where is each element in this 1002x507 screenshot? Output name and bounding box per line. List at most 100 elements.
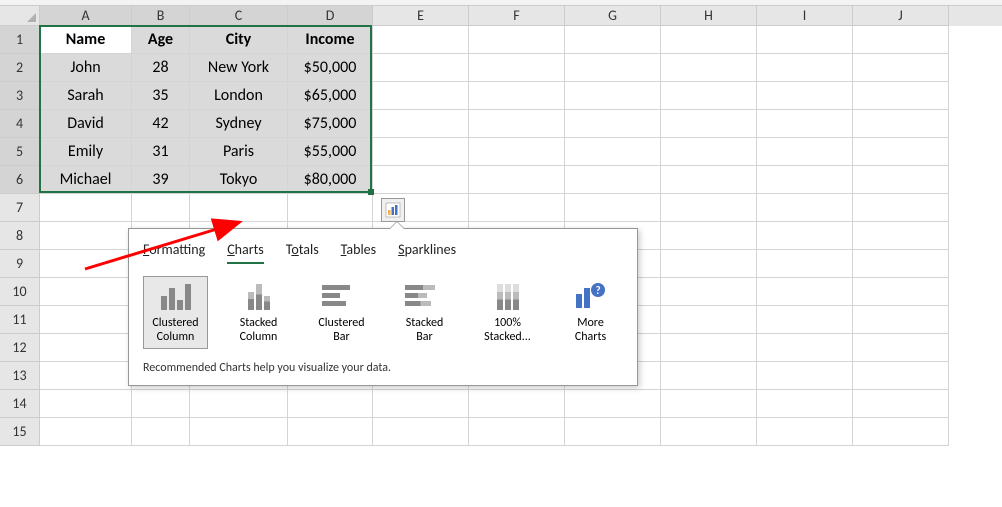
cell-F3[interactable] [469, 82, 565, 110]
cell-H8[interactable] [661, 222, 757, 250]
cell-C3[interactable]: London [190, 82, 288, 110]
cell-A8[interactable] [40, 222, 132, 250]
cell-A15[interactable] [40, 418, 132, 446]
cell-A11[interactable] [40, 306, 132, 334]
column-header-D[interactable]: D [288, 6, 373, 26]
chart-option-clustered-column[interactable]: ClusteredColumn [143, 276, 208, 349]
column-header-B[interactable]: B [132, 6, 190, 26]
cell-B2[interactable]: 28 [132, 54, 190, 82]
cell-H12[interactable] [661, 334, 757, 362]
cell-J10[interactable] [853, 278, 949, 306]
qa-tab-charts[interactable]: Charts [227, 241, 264, 264]
cell-E6[interactable] [373, 166, 469, 194]
cell-H11[interactable] [661, 306, 757, 334]
cell-A2[interactable]: John [40, 54, 132, 82]
cell-A14[interactable] [40, 390, 132, 418]
cell-C4[interactable]: Sydney [190, 110, 288, 138]
cell-E2[interactable] [373, 54, 469, 82]
cell-A1[interactable]: Name [40, 26, 132, 54]
cell-H4[interactable] [661, 110, 757, 138]
cell-C15[interactable] [190, 418, 288, 446]
column-header-I[interactable]: I [757, 6, 853, 26]
cell-H9[interactable] [661, 250, 757, 278]
row-header-4[interactable]: 4 [0, 110, 40, 138]
cell-C14[interactable] [190, 390, 288, 418]
chart-option-clustered-bar[interactable]: ClusteredBar [309, 276, 374, 349]
cell-B1[interactable]: Age [132, 26, 190, 54]
cell-A9[interactable] [40, 250, 132, 278]
cell-D3[interactable]: $65,000 [288, 82, 373, 110]
row-header-8[interactable]: 8 [0, 222, 40, 250]
column-header-F[interactable]: F [469, 6, 565, 26]
cell-J11[interactable] [853, 306, 949, 334]
column-header-C[interactable]: C [190, 6, 288, 26]
cell-I10[interactable] [757, 278, 853, 306]
cell-G3[interactable] [565, 82, 661, 110]
row-header-2[interactable]: 2 [0, 54, 40, 82]
cell-I9[interactable] [757, 250, 853, 278]
cell-I8[interactable] [757, 222, 853, 250]
chart-option-more-charts[interactable]: ?MoreCharts [558, 276, 623, 349]
cell-F1[interactable] [469, 26, 565, 54]
cell-G5[interactable] [565, 138, 661, 166]
row-header-12[interactable]: 12 [0, 334, 40, 362]
chart-option-stacked-column[interactable]: StackedColumn [226, 276, 291, 349]
cell-G14[interactable] [565, 390, 661, 418]
chart-option-100-stacked[interactable]: 100%Stacked... [475, 276, 540, 349]
qa-tab-totals[interactable]: Totals [286, 241, 319, 264]
cell-C7[interactable] [190, 194, 288, 222]
row-header-14[interactable]: 14 [0, 390, 40, 418]
cell-F7[interactable] [469, 194, 565, 222]
cell-B3[interactable]: 35 [132, 82, 190, 110]
cell-D6[interactable]: $80,000 [288, 166, 373, 194]
row-header-3[interactable]: 3 [0, 82, 40, 110]
cell-J15[interactable] [853, 418, 949, 446]
cell-I7[interactable] [757, 194, 853, 222]
cell-I13[interactable] [757, 362, 853, 390]
cell-F6[interactable] [469, 166, 565, 194]
cell-E3[interactable] [373, 82, 469, 110]
row-header-5[interactable]: 5 [0, 138, 40, 166]
cell-I2[interactable] [757, 54, 853, 82]
cell-E1[interactable] [373, 26, 469, 54]
cell-B5[interactable]: 31 [132, 138, 190, 166]
cell-J8[interactable] [853, 222, 949, 250]
cell-J4[interactable] [853, 110, 949, 138]
row-header-15[interactable]: 15 [0, 418, 40, 446]
cell-D2[interactable]: $50,000 [288, 54, 373, 82]
row-header-13[interactable]: 13 [0, 362, 40, 390]
cell-H15[interactable] [661, 418, 757, 446]
cell-C5[interactable]: Paris [190, 138, 288, 166]
row-header-1[interactable]: 1 [0, 26, 40, 54]
cell-E5[interactable] [373, 138, 469, 166]
cell-B7[interactable] [132, 194, 190, 222]
cell-I4[interactable] [757, 110, 853, 138]
cell-C6[interactable]: Tokyo [190, 166, 288, 194]
column-header-A[interactable]: A [40, 6, 132, 26]
cell-F4[interactable] [469, 110, 565, 138]
cell-J5[interactable] [853, 138, 949, 166]
cell-A10[interactable] [40, 278, 132, 306]
row-header-11[interactable]: 11 [0, 306, 40, 334]
cell-H10[interactable] [661, 278, 757, 306]
cell-H1[interactable] [661, 26, 757, 54]
select-all-corner[interactable] [0, 6, 40, 26]
cell-A4[interactable]: David [40, 110, 132, 138]
cell-G4[interactable] [565, 110, 661, 138]
cell-D4[interactable]: $75,000 [288, 110, 373, 138]
cell-H5[interactable] [661, 138, 757, 166]
column-header-H[interactable]: H [661, 6, 757, 26]
cell-J14[interactable] [853, 390, 949, 418]
cell-B4[interactable]: 42 [132, 110, 190, 138]
cell-I6[interactable] [757, 166, 853, 194]
cell-E4[interactable] [373, 110, 469, 138]
qa-tab-tables[interactable]: Tables [341, 241, 376, 264]
row-header-6[interactable]: 6 [0, 166, 40, 194]
cell-I14[interactable] [757, 390, 853, 418]
cell-A7[interactable] [40, 194, 132, 222]
cell-D7[interactable] [288, 194, 373, 222]
cell-F2[interactable] [469, 54, 565, 82]
column-header-E[interactable]: E [373, 6, 469, 26]
cell-E15[interactable] [373, 418, 469, 446]
quick-analysis-button[interactable] [381, 198, 405, 222]
